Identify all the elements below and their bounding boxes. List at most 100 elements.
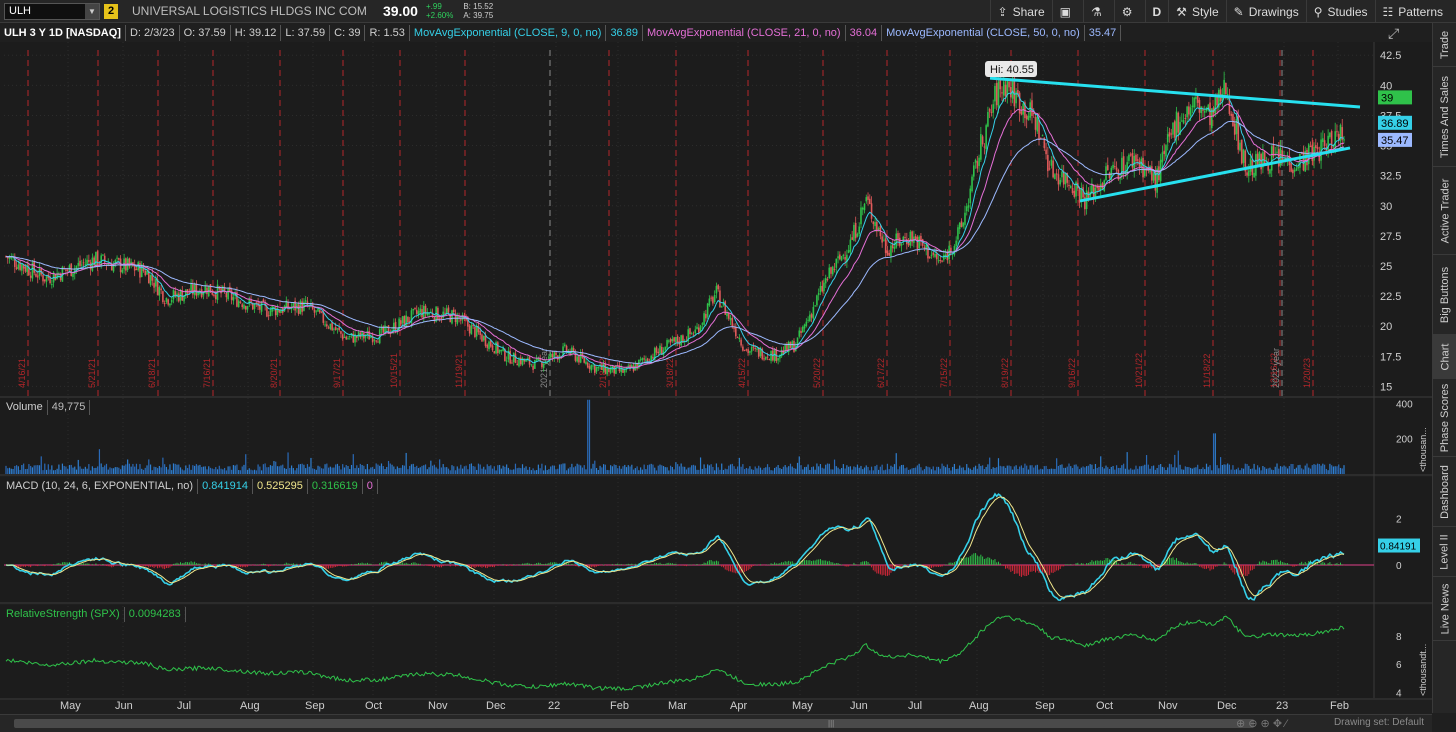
volume-bar: [21, 465, 23, 474]
volume-bar: [98, 449, 101, 474]
chart-area[interactable]: 42.54037.53532.53027.52522.52017.515MayJ…: [0, 0, 1432, 714]
volume-bar: [1329, 463, 1331, 474]
tab-phase-scores[interactable]: Phase Scores: [1433, 379, 1456, 457]
volume-bar: [707, 464, 709, 474]
volume-bar: [662, 466, 665, 474]
candle-body: [519, 357, 522, 365]
candle-body: [1270, 146, 1273, 171]
candle-body: [763, 358, 765, 360]
rs-label[interactable]: RelativeStrength (SPX): [2, 606, 125, 622]
event-label: 11/19/21: [454, 354, 464, 388]
tab-active-trader[interactable]: Active Trader: [1433, 167, 1456, 255]
volume-bar: [516, 468, 518, 474]
candle-body: [1068, 185, 1070, 187]
volume-bar: [1033, 467, 1035, 474]
volume-bar: [324, 464, 326, 474]
volume-bar: [818, 466, 820, 474]
candle-body: [51, 284, 53, 286]
volume-bar: [525, 466, 527, 474]
volume-bar: [1244, 463, 1246, 474]
volume-bar: [81, 468, 83, 474]
candle-body: [981, 136, 984, 145]
horizontal-scrollbar[interactable]: ||| ⊕ ⊖ ⊕ ✥ ⁄ Drawing set: Default: [0, 714, 1432, 732]
volume-bar: [795, 468, 797, 474]
candle-body: [671, 338, 674, 342]
volume-bar: [1087, 465, 1089, 474]
candle-body: [35, 273, 37, 277]
ema21-label[interactable]: MovAvgExponential (CLOSE, 21, 0, no): [643, 25, 846, 41]
volume-bar: [74, 466, 76, 474]
candle-body: [481, 334, 483, 342]
volume-bar: [1110, 466, 1112, 474]
volume-bar: [1124, 468, 1127, 474]
candle-body: [666, 340, 668, 348]
volume-bar: [1311, 465, 1313, 474]
volume-bar: [941, 463, 943, 474]
tab-live-news[interactable]: Live News: [1433, 577, 1456, 641]
candle-body: [613, 366, 615, 374]
ema50-label[interactable]: MovAvgExponential (CLOSE, 50, 0, no): [882, 25, 1085, 41]
candle-body: [849, 239, 852, 252]
volume-bar: [900, 464, 903, 474]
volume-bar: [601, 467, 603, 474]
volume-bar: [72, 467, 74, 474]
volume-bar: [211, 468, 213, 474]
volume-bar: [1188, 467, 1190, 474]
drawing-set-label[interactable]: Drawing set: Default: [1334, 717, 1424, 728]
x-axis-label: Nov: [1158, 700, 1178, 712]
volume-bar: [528, 467, 531, 474]
volume-bar: [1181, 469, 1183, 474]
zoom-tools[interactable]: ⊕ ⊖ ⊕ ✥ ⁄: [1236, 717, 1287, 730]
volume-bar: [712, 466, 714, 474]
volume-bar: [916, 465, 918, 474]
volume-bar: [1276, 463, 1278, 474]
candle-body: [593, 364, 596, 373]
candle-body: [1008, 81, 1010, 88]
volume-bar: [518, 467, 520, 474]
candle-body: [79, 260, 81, 266]
candle-body: [720, 306, 723, 308]
tab-dashboard[interactable]: Dashboard: [1433, 457, 1456, 527]
candle-body: [712, 297, 714, 304]
candle-body: [1128, 154, 1130, 161]
candle-body: [407, 316, 409, 323]
ema9-label[interactable]: MovAvgExponential (CLOSE, 9, 0, no): [410, 25, 607, 41]
volume-bar: [789, 463, 792, 474]
candle-body: [742, 346, 744, 351]
rs-axis-label: 4: [1396, 688, 1402, 699]
candle-body: [802, 326, 804, 333]
candle-body: [1172, 122, 1174, 135]
scroll-thumb[interactable]: [14, 719, 1254, 728]
tab-level-ii[interactable]: Level II: [1433, 527, 1456, 577]
candle-body: [1001, 92, 1003, 94]
symbol-description[interactable]: ULH 3 Y 1D [NASDAQ]: [0, 25, 126, 41]
volume-bar: [950, 470, 952, 474]
volume-bar: [356, 465, 358, 474]
volume-bar: [1131, 469, 1134, 474]
volume-bar: [1121, 465, 1123, 474]
volume-bar: [67, 468, 69, 474]
volume-bar: [1170, 464, 1172, 474]
macd-label[interactable]: MACD (10, 24, 6, EXPONENTIAL, no): [2, 478, 199, 494]
volume-bar: [1010, 466, 1012, 474]
volume-bar: [514, 463, 517, 474]
candle-body: [814, 305, 816, 307]
volume-bar: [1004, 467, 1007, 474]
candle-body: [149, 275, 152, 286]
volume-label[interactable]: Volume: [2, 399, 48, 415]
candle-body: [955, 240, 957, 247]
volume-bar: [770, 470, 772, 474]
candle-body: [860, 207, 862, 225]
candle-body: [357, 331, 360, 337]
tab-times-and-sales[interactable]: Times And Sales: [1433, 67, 1456, 167]
volume-bar: [1228, 464, 1231, 474]
tab-chart[interactable]: Chart: [1433, 335, 1456, 379]
tab-trade[interactable]: Trade: [1433, 23, 1456, 67]
candle-body: [844, 256, 846, 260]
tab-big-buttons[interactable]: Big Buttons: [1433, 255, 1456, 335]
tab-big-buttons-label: Big Buttons: [1439, 266, 1452, 323]
candle-body: [153, 282, 155, 288]
volume-bar: [885, 469, 887, 474]
volume-bar: [1198, 469, 1201, 474]
volume-bar: [673, 469, 675, 474]
